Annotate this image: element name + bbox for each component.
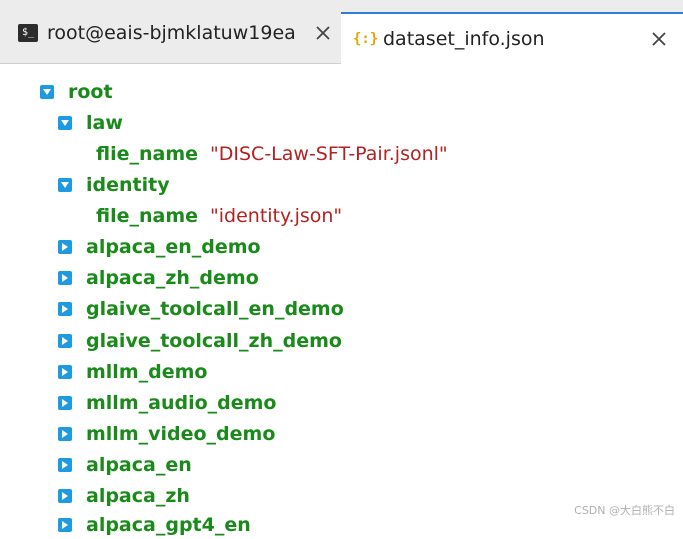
node-key: mllm_audio_demo [86, 392, 277, 414]
tab-label: root@eais-bjmklatuw19ea [47, 22, 296, 44]
expand-toggle-icon[interactable] [40, 85, 54, 99]
close-icon [652, 32, 666, 46]
collapse-toggle-icon[interactable] [58, 365, 72, 379]
tree-property[interactable]: flie_name "DISC-Law-SFT-Pair.jsonl" [96, 140, 448, 168]
tree-node-law[interactable]: law [58, 109, 123, 137]
property-value: "DISC-Law-SFT-Pair.jsonl" [210, 143, 448, 165]
node-key: identity [86, 174, 170, 196]
tree-node[interactable]: mllm_demo [58, 358, 207, 386]
watermark: CSDN @大白熊不白 [574, 504, 675, 517]
tab-bar: $_ root@eais-bjmklatuw19ea {:} dataset_i… [0, 0, 683, 64]
collapse-toggle-icon[interactable] [58, 489, 72, 503]
close-tab-button[interactable] [649, 29, 669, 49]
tree-node[interactable]: alpaca_zh_demo [58, 264, 259, 292]
node-key: alpaca_en [86, 454, 192, 476]
tab-label: dataset_info.json [383, 28, 545, 50]
json-tree: root law flie_name "DISC-Law-SFT-Pair.js… [0, 64, 683, 536]
property-value: "identity.json" [210, 205, 343, 227]
collapse-toggle-icon[interactable] [58, 334, 72, 348]
node-key: alpaca_gpt4_en [86, 514, 251, 536]
node-key: glaive_toolcall_en_demo [86, 298, 344, 320]
collapse-toggle-icon[interactable] [58, 427, 72, 441]
node-key: alpaca_zh_demo [86, 267, 259, 289]
property-key: file_name [96, 205, 199, 227]
node-key: root [68, 81, 113, 103]
collapse-toggle-icon[interactable] [58, 458, 72, 472]
expand-toggle-icon[interactable] [58, 178, 72, 192]
node-key: alpaca_en_demo [86, 236, 261, 258]
tree-node-identity[interactable]: identity [58, 171, 170, 199]
tree-node[interactable]: alpaca_gpt4_en [58, 511, 251, 539]
tab-terminal[interactable]: $_ root@eais-bjmklatuw19ea [0, 13, 341, 53]
close-icon [316, 26, 330, 40]
collapse-toggle-icon[interactable] [58, 271, 72, 285]
tree-property[interactable]: file_name "identity.json" [96, 202, 342, 230]
node-key: mllm_demo [86, 361, 208, 383]
expand-toggle-icon[interactable] [58, 116, 72, 130]
json-file-icon: {:} [353, 31, 379, 47]
tree-node[interactable]: glaive_toolcall_en_demo [58, 295, 344, 323]
tree-node[interactable]: mllm_audio_demo [58, 389, 276, 417]
node-key: glaive_toolcall_zh_demo [86, 330, 342, 352]
tree-node[interactable]: glaive_toolcall_zh_demo [58, 327, 342, 355]
tree-node[interactable]: mllm_video_demo [58, 420, 275, 448]
close-tab-button[interactable] [313, 23, 333, 43]
tab-dataset-info[interactable]: {:} dataset_info.json [341, 12, 683, 64]
node-key: mllm_video_demo [86, 423, 276, 445]
node-key: alpaca_zh [86, 485, 190, 507]
collapse-toggle-icon[interactable] [58, 302, 72, 316]
tree-node-root[interactable]: root [40, 78, 113, 106]
collapse-toggle-icon[interactable] [58, 396, 72, 410]
collapse-toggle-icon[interactable] [58, 518, 72, 532]
property-key: flie_name [96, 143, 199, 165]
tree-node[interactable]: alpaca_en [58, 451, 192, 479]
terminal-icon: $_ [18, 24, 38, 42]
collapse-toggle-icon[interactable] [58, 240, 72, 254]
node-key: law [86, 112, 123, 134]
tree-node[interactable]: alpaca_zh [58, 482, 190, 510]
tree-node[interactable]: alpaca_en_demo [58, 233, 261, 261]
